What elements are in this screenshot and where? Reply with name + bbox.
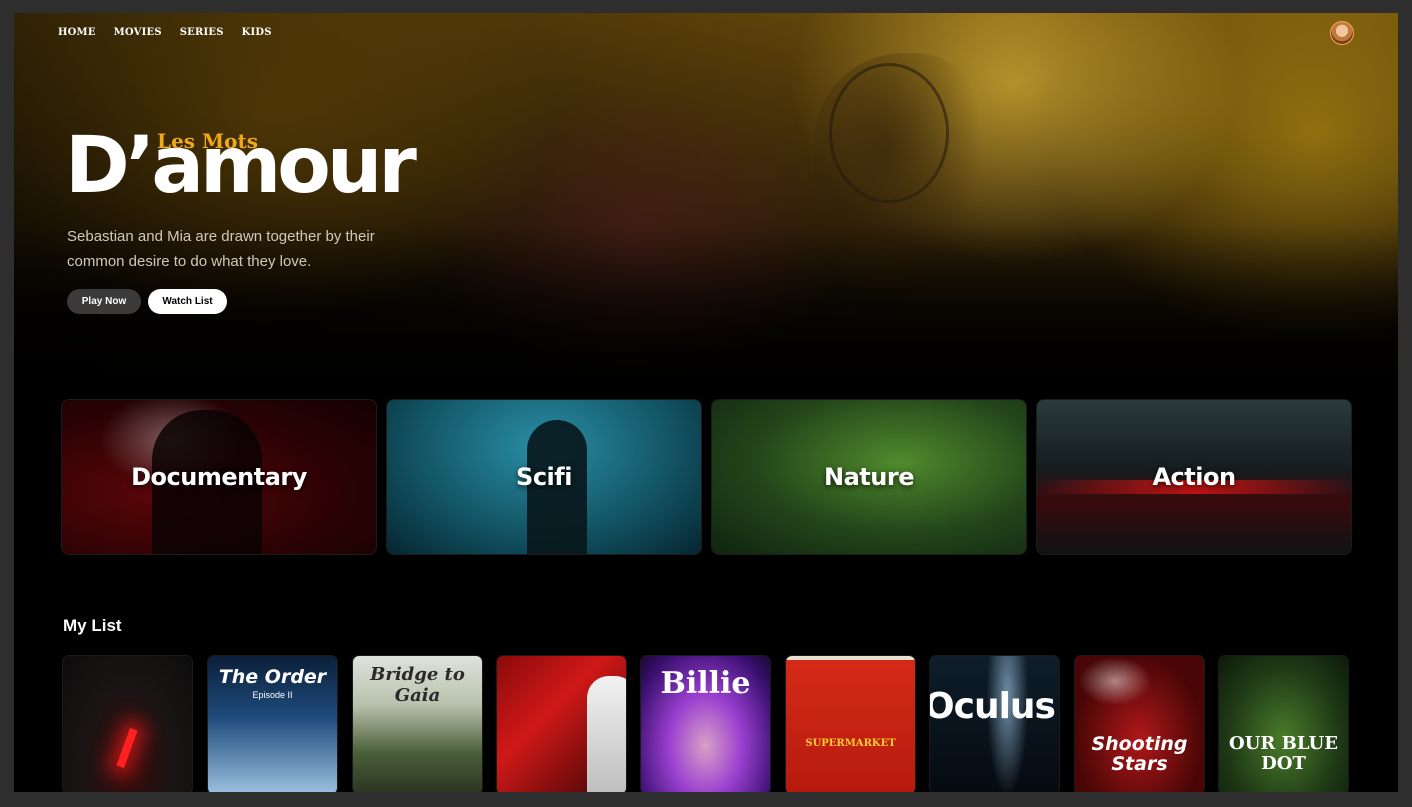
nav-kids[interactable]: KIDS — [242, 27, 272, 38]
poster-title: Oculus — [929, 686, 1056, 727]
hero-description: Sebastian and Mia are drawn together by … — [67, 228, 375, 270]
list-item-poster[interactable]: Bridge to Gaia — [352, 655, 483, 792]
genre-card-documentary[interactable]: Documentary — [61, 399, 377, 555]
genre-label: Scifi — [516, 463, 572, 491]
list-item-poster[interactable] — [496, 655, 627, 792]
app-screen: HOME MOVIES SERIES KIDS D’amour Les Mots… — [14, 13, 1398, 792]
genre-label: Documentary — [131, 463, 307, 491]
my-list-heading: My List — [63, 616, 122, 635]
poster-title: Bridge to Gaia — [370, 664, 465, 706]
genre-label: Nature — [824, 463, 914, 491]
user-avatar-icon[interactable] — [1330, 21, 1354, 45]
poster-title: OUR BLUE DOT — [1229, 733, 1338, 774]
genre-card-action[interactable]: Action — [1036, 399, 1352, 555]
poster-title: The Order — [218, 666, 327, 688]
top-nav: HOME MOVIES SERIES KIDS — [58, 27, 272, 38]
poster-title: Billie — [660, 666, 751, 701]
hero-subtitle: Les Mots — [157, 129, 258, 153]
list-item-poster[interactable]: The Order Episode II — [207, 655, 338, 792]
list-item-poster[interactable] — [62, 655, 193, 792]
nav-home[interactable]: HOME — [58, 27, 96, 38]
genre-card-scifi[interactable]: Scifi — [386, 399, 702, 555]
nav-series[interactable]: SERIES — [180, 27, 224, 38]
play-now-button[interactable]: Play Now — [67, 289, 141, 314]
list-item-poster[interactable]: OUR BLUE DOT — [1218, 655, 1349, 792]
hero-banner: HOME MOVIES SERIES KIDS D’amour Les Mots… — [14, 13, 1398, 398]
lightsaber-image — [116, 727, 138, 769]
poster-title: Shooting Stars — [1091, 733, 1188, 775]
stormtrooper-image — [587, 676, 626, 792]
poster-title: SUPERMARKET — [805, 738, 896, 749]
list-item-poster[interactable]: Shooting Stars — [1074, 655, 1205, 792]
genre-label: Action — [1152, 463, 1236, 491]
list-item-poster[interactable]: SUPERMARKET — [785, 655, 916, 792]
list-item-poster[interactable]: Oculus — [929, 655, 1060, 792]
watch-list-button[interactable]: Watch List — [148, 289, 227, 314]
genre-card-nature[interactable]: Nature — [711, 399, 1027, 555]
nav-movies[interactable]: MOVIES — [114, 27, 162, 38]
list-item-poster[interactable]: Billie — [640, 655, 771, 792]
poster-subtitle: Episode II — [252, 690, 293, 700]
